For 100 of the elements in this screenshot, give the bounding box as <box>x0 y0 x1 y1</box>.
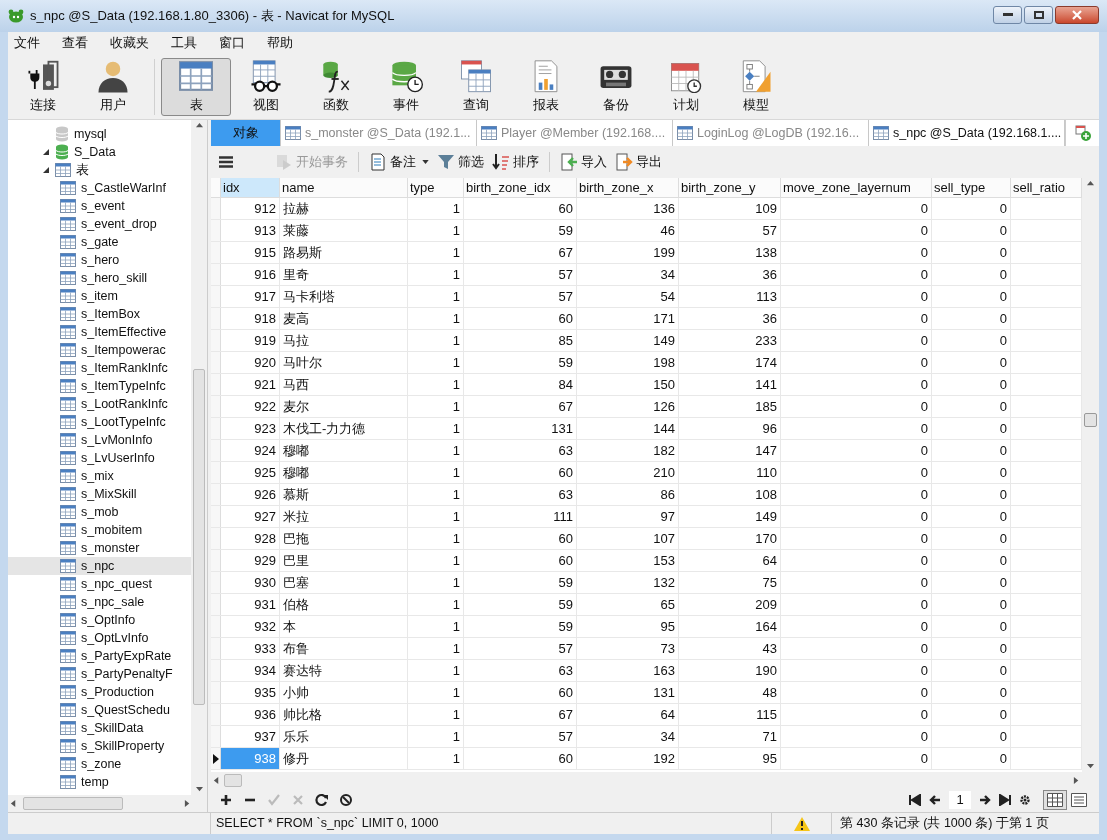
tree-item[interactable]: s_mix <box>8 467 191 485</box>
scroll-right-arrow-icon[interactable] <box>1073 776 1080 784</box>
toolbar-button[interactable]: 筛选 <box>435 150 486 174</box>
column-header[interactable]: birth_zone_idx <box>464 178 577 197</box>
scroll-right-arrow-icon[interactable] <box>184 800 191 807</box>
minimize-button[interactable] <box>993 6 1022 24</box>
column-header[interactable]: move_zone_layernum <box>781 178 932 197</box>
tab[interactable]: s_monster @S_Data (192.1... <box>281 120 477 146</box>
column-header[interactable]: sell_type <box>932 178 1011 197</box>
tab[interactable]: Player @Member (192.168.... <box>477 120 673 146</box>
last-page-icon[interactable] <box>999 794 1011 806</box>
tree-item[interactable]: s_mobitem <box>8 521 191 539</box>
maximize-button[interactable] <box>1024 6 1053 24</box>
column-header[interactable]: type <box>408 178 464 197</box>
toolbar-button[interactable]: 导入 <box>558 150 609 174</box>
tab[interactable]: LoginLog @LogDB (192.16... <box>673 120 869 146</box>
column-header[interactable]: birth_zone_x <box>577 178 679 197</box>
tab[interactable]: s_npc @S_Data (192.168.1.... <box>869 120 1065 146</box>
tree-item[interactable]: s_Itempowerac <box>8 341 191 359</box>
toolbar-button[interactable]: 查询 <box>441 57 511 116</box>
tree-item[interactable]: s_ItemBox <box>8 305 191 323</box>
toolbar-button[interactable]: 表 <box>161 57 231 116</box>
tree-item[interactable]: s_LvUserInfo <box>8 449 191 467</box>
toolbar-button[interactable]: 函数 <box>301 57 371 116</box>
tree-item[interactable]: s_event <box>8 197 191 215</box>
scroll-down-arrow-icon[interactable] <box>1087 763 1094 770</box>
scroll-left-arrow-icon[interactable] <box>213 776 220 784</box>
toolbar-button[interactable]: 备份 <box>581 57 651 116</box>
tree-item[interactable]: s_ItemEffective <box>8 323 191 341</box>
stop-icon[interactable] <box>339 793 353 807</box>
expanded-caret-icon[interactable] <box>42 166 50 174</box>
tree-item[interactable]: s_QuestSchedu <box>8 701 191 719</box>
menu-item[interactable]: 帮助 <box>261 33 299 53</box>
tab[interactable]: 对象 <box>211 120 281 146</box>
tree-item[interactable]: s_OptInfo <box>8 611 191 629</box>
expanded-caret-icon[interactable] <box>42 148 50 156</box>
tree-item[interactable]: s_mob <box>8 503 191 521</box>
row-header[interactable] <box>211 748 221 769</box>
tree-item[interactable]: s_SkillProperty <box>8 737 191 755</box>
settings-icon[interactable] <box>1019 794 1031 806</box>
tree-item[interactable]: s_CastleWarInf <box>8 179 191 197</box>
previous-page-icon[interactable] <box>929 794 941 806</box>
menu-item[interactable]: 文件 <box>8 33 46 53</box>
scroll-up-arrow-icon[interactable] <box>1087 180 1094 187</box>
tree-item[interactable]: s_zone <box>8 755 191 773</box>
tree-item[interactable]: s_PartyPenaltyF <box>8 665 191 683</box>
tree-item[interactable]: S_Data <box>8 143 191 161</box>
toolbar-button[interactable]: 模型 <box>721 57 791 116</box>
toolbar-button[interactable]: 连接 <box>8 57 78 116</box>
tree-item[interactable]: s_ItemRankInfc <box>8 359 191 377</box>
toolbar-button[interactable]: 用户 <box>78 57 148 116</box>
scroll-thumb[interactable] <box>193 369 205 705</box>
toolbar-button[interactable]: 视图 <box>231 57 301 116</box>
toolbar-button[interactable]: 排序 <box>490 150 541 174</box>
tree-item[interactable]: s_ItemTypeInfc <box>8 377 191 395</box>
menu-item[interactable]: 查看 <box>56 33 94 53</box>
tree-item[interactable]: temp <box>8 773 191 791</box>
close-button[interactable] <box>1055 6 1099 24</box>
menu-icon[interactable] <box>219 156 233 168</box>
add-icon[interactable] <box>219 793 233 807</box>
scroll-thumb[interactable] <box>1084 413 1097 427</box>
toolbar-button[interactable]: 事件 <box>371 57 441 116</box>
scroll-thumb[interactable] <box>224 773 242 787</box>
toolbar-button[interactable]: 导出 <box>613 150 664 174</box>
tree-item[interactable]: s_event_drop <box>8 215 191 233</box>
page-number-field[interactable]: 1 <box>949 791 971 809</box>
tree-item[interactable]: s_hero <box>8 251 191 269</box>
vertical-scrollbar[interactable] <box>191 120 207 795</box>
tree-item[interactable]: s_gate <box>8 233 191 251</box>
menu-item[interactable]: 收藏夹 <box>104 33 155 53</box>
warning-icon[interactable] <box>793 816 810 831</box>
menu-item[interactable]: 工具 <box>165 33 203 53</box>
next-page-icon[interactable] <box>979 794 991 806</box>
scroll-up-arrow-icon[interactable] <box>195 122 203 129</box>
scroll-down-arrow-icon[interactable] <box>195 786 203 793</box>
tree-item[interactable]: s_MixSkill <box>8 485 191 503</box>
tree-item[interactable]: s_LootRankInfc <box>8 395 191 413</box>
first-page-icon[interactable] <box>909 794 921 806</box>
menu-item[interactable]: 窗口 <box>213 33 251 53</box>
new-tab-button[interactable] <box>1065 120 1099 146</box>
tree-item[interactable]: s_Production <box>8 683 191 701</box>
grid-view-button[interactable] <box>1043 790 1067 810</box>
tree-item[interactable]: s_item <box>8 287 191 305</box>
column-header[interactable]: idx <box>221 178 280 197</box>
tree-item[interactable]: s_npc_sale <box>8 593 191 611</box>
tree-item[interactable]: s_SkillData <box>8 719 191 737</box>
tree-item[interactable]: s_npc <box>8 557 191 575</box>
tree-item[interactable]: 表 <box>8 161 191 179</box>
toolbar-button[interactable]: 计划 <box>651 57 721 116</box>
tree-item[interactable]: s_OptLvInfo <box>8 629 191 647</box>
tree-item[interactable]: s_LvMonInfo <box>8 431 191 449</box>
refresh-icon[interactable] <box>315 793 329 807</box>
toolbar-button[interactable]: 报表 <box>511 57 581 116</box>
tree-item[interactable]: s_PartyExpRate <box>8 647 191 665</box>
column-header[interactable]: name <box>280 178 408 197</box>
tree-item[interactable]: mysql <box>8 125 191 143</box>
tree-item[interactable]: s_LootTypeInfc <box>8 413 191 431</box>
tree-item[interactable]: s_monster <box>8 539 191 557</box>
tree-item[interactable]: s_hero_skill <box>8 269 191 287</box>
scroll-thumb[interactable] <box>23 797 123 810</box>
